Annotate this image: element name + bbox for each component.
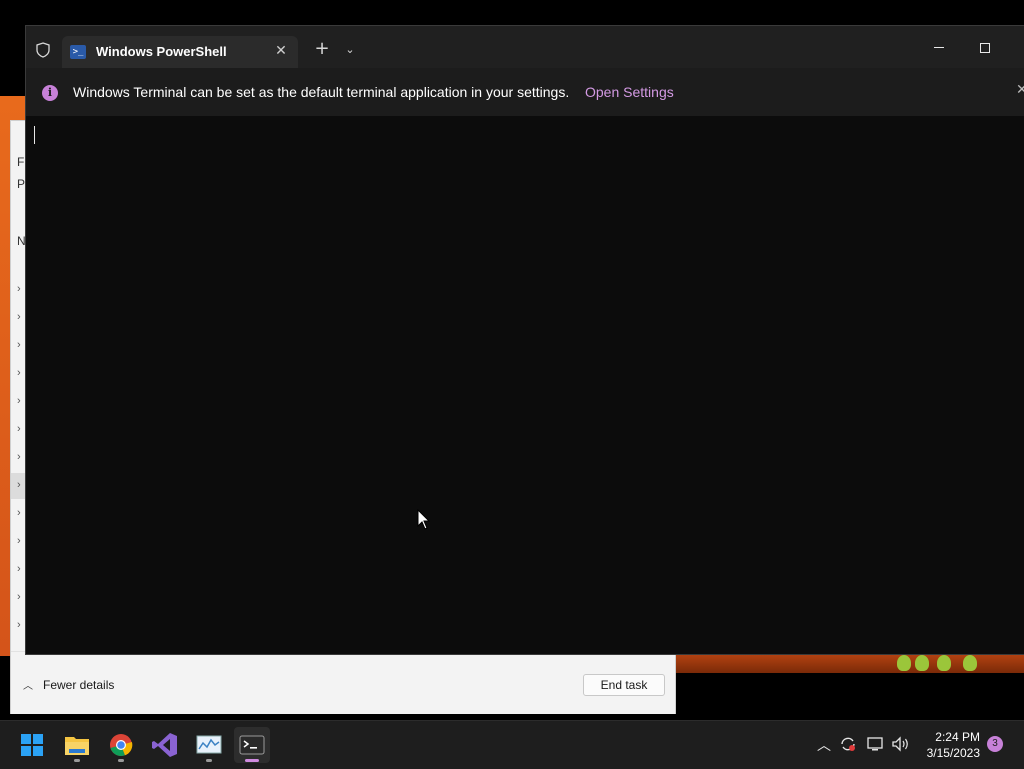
terminal-icon — [239, 735, 265, 755]
clock-date: 3/15/2023 — [926, 746, 980, 760]
menu-letter[interactable]: F — [17, 155, 24, 169]
mouse-pointer-icon — [417, 509, 431, 530]
visual-studio-icon — [152, 733, 177, 757]
menu-letter[interactable]: P — [17, 177, 25, 191]
chevron-up-icon: ︿ — [23, 681, 33, 692]
expand-chevron-icon[interactable]: › — [17, 619, 21, 631]
default-terminal-infobar: i Windows Terminal can be set as the def… — [26, 68, 1024, 116]
expand-chevron-icon[interactable]: › — [17, 591, 21, 603]
notification-badge[interactable]: 3 — [987, 736, 1003, 752]
expand-chevron-icon[interactable]: › — [17, 367, 21, 379]
info-icon: i — [42, 85, 58, 101]
expand-chevron-icon[interactable]: › — [17, 451, 21, 463]
end-task-button[interactable]: End task — [583, 674, 665, 696]
infobar-message: Windows Terminal can be set as the defau… — [73, 84, 570, 100]
taskbar-chrome[interactable] — [103, 727, 139, 763]
terminal-window: >_ Windows PowerShell ✕ + ⌄ i Windows Te… — [25, 25, 1024, 655]
tab-bar: >_ Windows PowerShell ✕ + ⌄ — [26, 26, 1024, 68]
close-tab-icon[interactable]: ✕ — [270, 40, 292, 62]
task-manager-footer: ︿ Fewer details End task — [11, 651, 675, 714]
taskbar-resource-monitor[interactable] — [191, 727, 227, 763]
expand-chevron-icon[interactable]: › — [17, 395, 21, 407]
taskbar-terminal[interactable] — [234, 727, 270, 763]
expand-chevron-icon[interactable]: › — [17, 423, 21, 435]
maximize-button[interactable] — [968, 36, 1002, 60]
chevron-down-icon[interactable]: ⌄ — [340, 39, 360, 61]
start-button[interactable] — [14, 727, 50, 763]
fewer-details-label: Fewer details — [43, 677, 115, 692]
text-cursor — [34, 126, 35, 144]
expand-chevron-icon[interactable]: › — [17, 311, 21, 323]
desktop-wallpaper-strip — [675, 653, 1024, 673]
expand-chevron-icon[interactable]: › — [17, 563, 21, 575]
expand-chevron-icon[interactable]: › — [17, 507, 21, 519]
chrome-icon — [110, 734, 133, 757]
console-area[interactable] — [26, 116, 1024, 654]
expand-chevron-icon[interactable]: › — [17, 535, 21, 547]
powershell-icon: >_ — [70, 45, 86, 59]
expand-chevron-icon[interactable]: › — [17, 283, 21, 295]
expand-chevron-icon[interactable]: › — [17, 479, 21, 491]
minimize-button[interactable] — [922, 36, 956, 60]
fewer-details-button[interactable]: ︿ Fewer details — [23, 677, 115, 693]
tab-powershell[interactable]: >_ Windows PowerShell ✕ — [62, 36, 298, 68]
file-explorer-icon — [65, 737, 89, 755]
shield-icon[interactable] — [36, 42, 50, 58]
open-settings-link[interactable]: Open Settings — [585, 84, 674, 100]
close-infobar-icon[interactable]: ✕ — [1016, 82, 1024, 98]
tab-title: Windows PowerShell — [96, 44, 227, 59]
new-tab-button[interactable]: + — [311, 38, 333, 60]
volume-icon[interactable] — [891, 735, 911, 753]
clock-time: 2:24 PM — [935, 730, 980, 744]
sync-icon[interactable] — [839, 735, 857, 753]
network-icon[interactable] — [866, 735, 884, 753]
show-hidden-icons-chevron-up-icon[interactable]: ︿ — [817, 735, 831, 755]
clock[interactable]: 2:24 PM 3/15/2023 — [920, 729, 980, 761]
start-icon — [21, 734, 43, 756]
resource-monitor-icon — [196, 735, 222, 754]
taskbar-file-explorer[interactable] — [59, 727, 95, 763]
taskbar-visual-studio[interactable] — [147, 727, 183, 763]
taskbar: ︿ 2:24 PM 3/15/2023 3 — [0, 720, 1024, 769]
expand-chevron-icon[interactable]: › — [17, 339, 21, 351]
